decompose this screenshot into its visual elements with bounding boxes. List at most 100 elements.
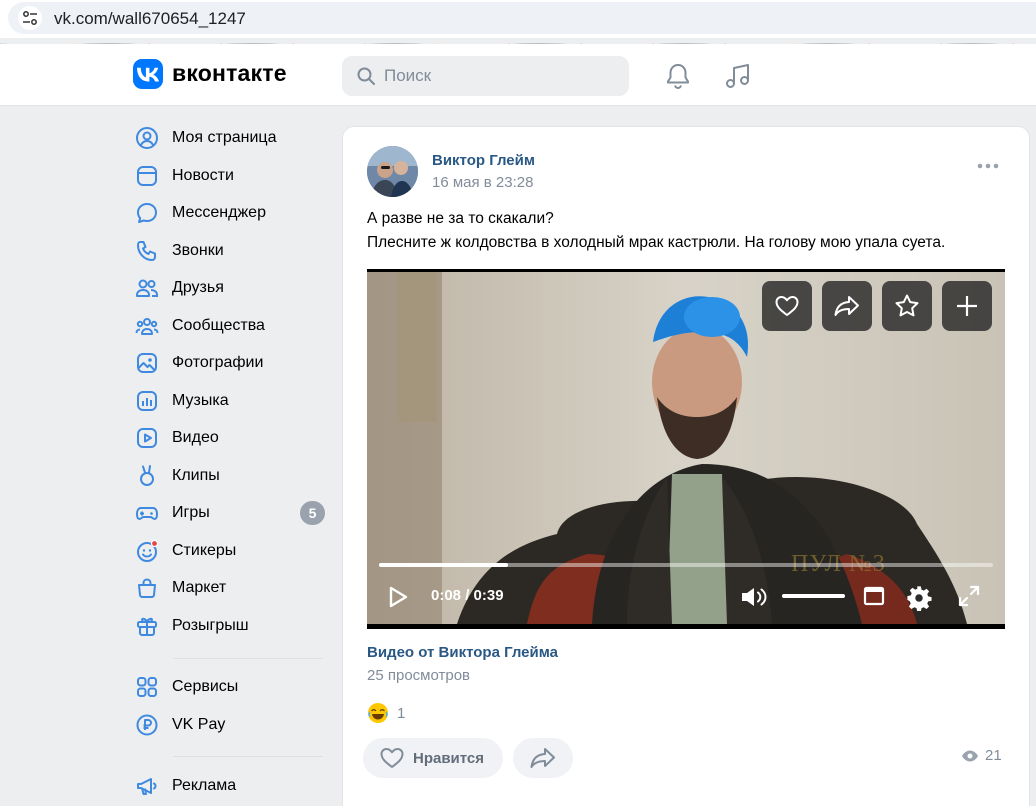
video-progress-bar[interactable] — [379, 563, 993, 567]
video-share-button[interactable] — [822, 281, 872, 331]
vk-logo-icon[interactable] — [133, 59, 163, 89]
video-favorite-button[interactable] — [882, 281, 932, 331]
music-note-icon[interactable] — [724, 62, 752, 90]
heart-icon — [775, 296, 799, 316]
volume-slider[interactable] — [782, 594, 845, 598]
play-icon[interactable] — [387, 585, 409, 609]
video-add-button[interactable] — [942, 281, 992, 331]
bell-icon[interactable] — [665, 62, 691, 90]
post-card: Виктор Глейм 16 мая в 23:28 А разве не з… — [342, 126, 1030, 806]
sidebar-item-friends[interactable]: Друзья — [132, 270, 327, 306]
laughing-emoji-icon — [368, 703, 388, 723]
like-button[interactable]: Нравится — [363, 738, 503, 778]
sidebar-item-label: Игры — [172, 504, 210, 521]
post-text-line: Плесните ж колдовства в холодный мрак ка… — [367, 234, 946, 251]
games-icon — [134, 500, 160, 526]
sidebar-item-services[interactable]: Сервисы — [132, 669, 327, 705]
music-icon — [134, 388, 160, 414]
reactions[interactable]: 1 — [367, 702, 405, 724]
clips-icon — [134, 463, 160, 489]
vkpay-icon — [134, 712, 160, 738]
market-icon — [134, 575, 160, 601]
plus-icon — [957, 296, 977, 316]
heart-icon — [380, 748, 404, 768]
eye-icon — [962, 750, 978, 761]
sidebar-item-label: Видео — [172, 429, 219, 446]
communities-icon — [134, 313, 160, 339]
post-text-line: А разве не за то скакали? — [367, 210, 554, 227]
video-title-link[interactable]: Видео от Виктора Глейма — [367, 644, 558, 661]
news-icon — [134, 163, 160, 189]
video-like-button[interactable] — [762, 281, 812, 331]
more-options-icon[interactable] — [977, 163, 999, 169]
reaction-count: 1 — [397, 704, 406, 722]
video-progress-fill — [379, 563, 508, 567]
site-settings-icon[interactable] — [18, 6, 42, 30]
services-icon — [134, 674, 160, 700]
sidebar-item-music[interactable]: Музыка — [132, 383, 327, 419]
games-badge: 5 — [300, 501, 325, 525]
sidebar-item-communities[interactable]: Сообщества — [132, 308, 327, 344]
volume-icon[interactable] — [739, 585, 769, 609]
share-icon — [834, 296, 859, 316]
sidebar-item-label: Мессенджер — [172, 204, 266, 221]
browser-address-bar: vk.com/wall670654_1247 — [0, 0, 1036, 38]
sidebar-item-stickers[interactable]: Стикеры — [132, 533, 327, 569]
sidebar-item-calls[interactable]: Звонки — [132, 233, 327, 269]
gift-icon — [134, 613, 160, 639]
avatar[interactable] — [367, 146, 418, 197]
sidebar-item-video[interactable]: Видео — [132, 420, 327, 456]
sidebar-item-photos[interactable]: Фотографии — [132, 345, 327, 381]
settings-gear-icon[interactable] — [905, 585, 933, 611]
sidebar-item-label: Сообщества — [172, 317, 265, 334]
fullscreen-icon[interactable] — [958, 585, 980, 607]
sidebar-item-label: VK Pay — [172, 716, 226, 733]
sidebar-item-clips[interactable]: Клипы — [132, 458, 327, 494]
sidebar-item-games[interactable]: Игры 5 — [132, 495, 327, 531]
miniplayer-icon[interactable] — [863, 585, 885, 607]
sidebar-item-vkpay[interactable]: VK Pay — [132, 707, 327, 743]
sidebar-divider — [173, 658, 323, 659]
sidebar-item-label: Розыгрыш — [172, 617, 249, 634]
messenger-icon — [134, 200, 160, 226]
post-date[interactable]: 16 мая в 23:28 — [432, 174, 533, 191]
sidebar-item-news[interactable]: Новости — [132, 158, 327, 194]
post-views: 21 — [961, 747, 1002, 764]
sidebar-item-label: Новости — [172, 167, 234, 184]
sidebar-item-label: Звонки — [172, 242, 224, 259]
post-text: А разве не за то скакали? Плесните ж кол… — [367, 207, 945, 255]
like-label: Нравится — [413, 749, 485, 767]
video-icon — [134, 425, 160, 451]
sidebar-item-market[interactable]: Маркет — [132, 570, 327, 606]
sidebar-item-label: Фотографии — [172, 354, 264, 371]
sidebar-item-giveaway[interactable]: Розыгрыш — [132, 608, 327, 644]
sidebar-item-ads[interactable]: Реклама — [132, 768, 327, 804]
video-time: 0:08 / 0:39 — [431, 587, 504, 604]
ads-icon — [134, 773, 160, 799]
sidebar-item-label: Музыка — [172, 392, 229, 409]
stickers-icon — [134, 538, 160, 564]
phone-icon — [134, 238, 160, 264]
share-icon — [530, 748, 555, 768]
sidebar-item-label: Стикеры — [172, 542, 237, 559]
star-icon — [895, 294, 919, 317]
url-field[interactable]: vk.com/wall670654_1247 — [8, 2, 1036, 34]
post-author[interactable]: Виктор Глейм — [432, 152, 535, 169]
vk-header: вконтакте — [0, 44, 1036, 106]
profile-icon — [134, 125, 160, 151]
video-player[interactable]: ПУЛ №3 0:08 / 0:39 — [367, 269, 1005, 629]
sidebar-item-label: Друзья — [172, 279, 224, 296]
search-box[interactable] — [342, 56, 629, 96]
share-button[interactable] — [513, 738, 573, 778]
sidebar-item-label: Сервисы — [172, 678, 239, 695]
sidebar-item-messenger[interactable]: Мессенджер — [132, 195, 327, 231]
sidebar-item-my-page[interactable]: Моя страница — [132, 120, 327, 156]
friends-icon — [134, 275, 160, 301]
search-icon — [357, 67, 375, 85]
url-text: vk.com/wall670654_1247 — [54, 9, 246, 28]
sidebar-item-label: Маркет — [172, 579, 227, 596]
sidebar-item-label: Клипы — [172, 467, 220, 484]
vk-logo-text[interactable]: вконтакте — [172, 60, 287, 87]
search-input[interactable] — [384, 56, 614, 96]
views-count: 21 — [985, 747, 1002, 764]
